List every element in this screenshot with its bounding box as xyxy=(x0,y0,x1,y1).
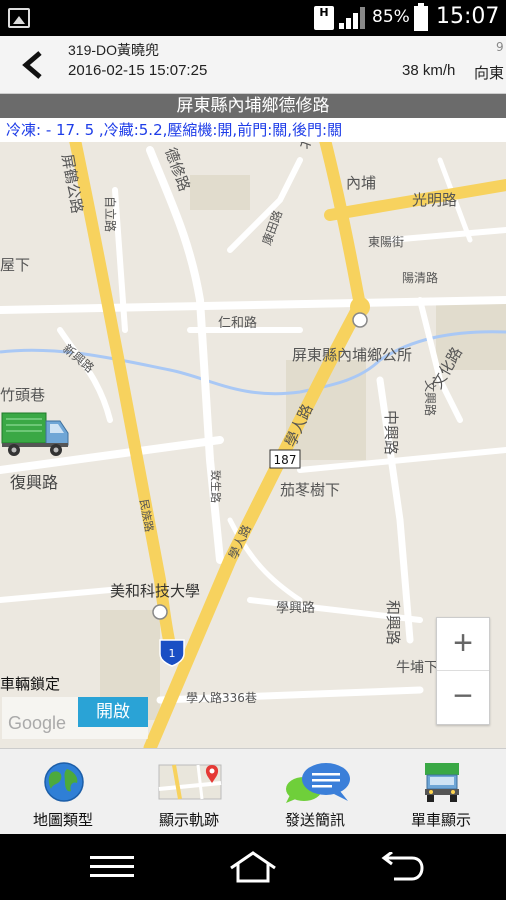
map-label: 牛埔下 xyxy=(396,660,438,676)
vehicle-lock-label: 車輛鎖定 xyxy=(0,675,61,693)
system-nav-bar xyxy=(0,834,506,900)
toolbar-label: 發送簡訊 xyxy=(284,811,345,829)
send-sms-button[interactable]: 發送簡訊 xyxy=(252,749,378,835)
back-arrow-icon[interactable] xyxy=(374,852,424,882)
map-label: 屏東縣內埔鄉公所 xyxy=(292,346,412,364)
zoom-controls: + − xyxy=(436,617,490,725)
map-block xyxy=(190,175,250,210)
map-label: 美和科技大學 xyxy=(110,582,200,600)
corner-digit: 9 xyxy=(496,40,504,54)
map-canvas: 1 187 屏鶴公路 德修路 北寧路 內埔 光明路 自立路 康田路 東陽街 陽清… xyxy=(0,118,506,748)
map-type-button[interactable]: 地圖類型 xyxy=(0,749,126,835)
map-label: 內埔 xyxy=(346,174,376,192)
map-label: 茄苳樹下 xyxy=(280,481,340,499)
bottom-toolbar: 地圖類型 顯示軌跡 發送簡訊 單車顯示 xyxy=(0,748,506,834)
menu-icon[interactable] xyxy=(90,856,134,878)
truck-marker-icon[interactable] xyxy=(0,409,72,457)
map-track-icon xyxy=(158,764,222,800)
map-label: 屋下 xyxy=(0,256,30,274)
back-chevron-icon[interactable] xyxy=(18,50,48,80)
current-address: 屏東縣內埔鄉德修路 xyxy=(0,94,506,118)
map-label: 中興路 xyxy=(382,410,400,455)
map-label: 光明路 xyxy=(412,191,457,209)
gps-timestamp: 2016-02-15 15:07:25 xyxy=(68,62,208,79)
sensor-readout: 冷凍: - 17. 5 ,冷藏:5.2,壓縮機:開,前門:關,後門:關 xyxy=(0,118,506,142)
map-label: 竹頭巷 xyxy=(0,386,45,404)
university-marker-icon xyxy=(152,604,168,620)
map-label: 新興路 xyxy=(60,341,97,376)
route-1-label: 1 xyxy=(169,647,176,660)
zoom-in-button[interactable]: + xyxy=(437,618,489,671)
map-label: 致生路 xyxy=(209,470,223,503)
battery-icon xyxy=(414,3,428,31)
pingjian-highway xyxy=(69,134,178,656)
map-label: 復興路 xyxy=(10,473,58,492)
vehicle-name: 319-DO黃曉兜 xyxy=(68,42,160,58)
beining-road xyxy=(319,134,366,311)
township-office-marker-icon xyxy=(352,312,368,328)
status-clock: 15:07 xyxy=(436,4,500,29)
map-label: 學興路 xyxy=(276,600,315,616)
vehicle-header: 319-DO黃曉兜 2016-02-15 15:07:25 38 km/h 向東… xyxy=(0,36,506,94)
google-logo: Google xyxy=(8,713,67,733)
route-187-label: 187 xyxy=(274,453,297,467)
vehicle-lock-toggle-button[interactable]: 開啟 xyxy=(78,697,148,727)
zoom-out-button[interactable]: − xyxy=(437,671,489,724)
vehicle-direction: 向東 xyxy=(474,64,505,82)
toolbar-label: 地圖類型 xyxy=(32,811,93,829)
map-label: 民族路 xyxy=(137,498,157,533)
show-track-button[interactable]: 顯示軌跡 xyxy=(126,749,252,835)
map-view[interactable]: 1 187 屏鶴公路 德修路 北寧路 內埔 光明路 自立路 康田路 東陽街 陽清… xyxy=(0,118,506,748)
home-icon[interactable] xyxy=(228,850,278,884)
map-label: 東陽街 xyxy=(368,235,404,249)
map-label: 和興路 xyxy=(384,600,402,645)
battery-percent: 85% xyxy=(372,7,410,27)
map-label: 文興路 xyxy=(423,380,438,416)
map-label: 學人路336巷 xyxy=(186,690,257,705)
chat-bubble-icon xyxy=(286,763,350,803)
map-label: 仁和路 xyxy=(218,315,257,331)
image-notification-icon xyxy=(8,8,30,28)
toolbar-label: 顯示軌跡 xyxy=(158,811,219,829)
status-bar: H 85% 15:07 xyxy=(0,0,506,36)
toolbar-label: 單車顯示 xyxy=(410,811,471,829)
truck-front-icon xyxy=(425,763,459,802)
map-label: 自立路 xyxy=(103,196,118,232)
single-vehicle-button[interactable]: 單車顯示 xyxy=(378,749,504,835)
vehicle-speed: 38 km/h xyxy=(402,62,456,79)
globe-icon xyxy=(44,762,84,802)
signal-strength-icon xyxy=(339,7,365,29)
network-type-badge: H xyxy=(314,6,334,30)
map-label: 陽清路 xyxy=(402,270,438,285)
